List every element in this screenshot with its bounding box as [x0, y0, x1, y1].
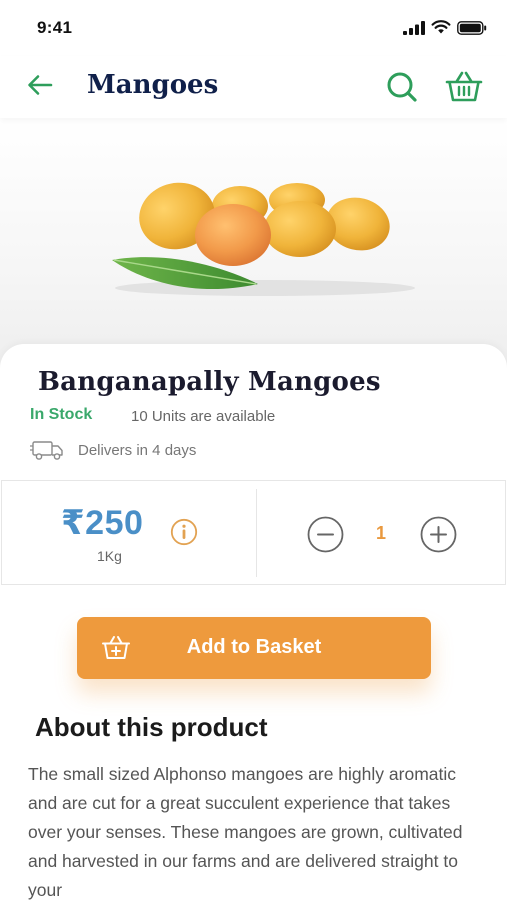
status-bar: 9:41 — [0, 0, 507, 56]
price-unit: 1Kg — [97, 548, 122, 564]
delivery-truck-icon — [30, 441, 63, 460]
basket-button[interactable] — [444, 68, 484, 106]
info-icon — [170, 518, 198, 546]
back-button[interactable] — [24, 69, 56, 101]
delivery-text: Delivers in 4 days — [78, 441, 197, 459]
decrease-quantity-button[interactable] — [307, 516, 344, 553]
increase-quantity-button[interactable] — [420, 516, 457, 553]
price-quantity-box: ₹250 1Kg 1 — [1, 480, 506, 585]
page-title: Mangoes — [87, 70, 219, 100]
signal-icon — [403, 20, 425, 35]
status-time: 9:41 — [37, 18, 73, 37]
stock-status: In Stock — [30, 406, 93, 423]
about-title: About this product — [35, 712, 268, 742]
price: ₹250 — [61, 504, 144, 542]
back-arrow-icon — [28, 75, 53, 95]
app-bar: Mangoes — [0, 56, 507, 118]
search-icon — [387, 72, 417, 102]
product-name: Banganapally Mangoes — [38, 367, 381, 397]
wifi-icon — [431, 20, 451, 34]
delivery-info: Delivers in 4 days — [30, 439, 196, 461]
plus-circle-icon — [420, 516, 457, 553]
about-description: The small sized Alphonso mangoes are hig… — [28, 764, 463, 900]
add-to-basket-label: Add to Basket — [186, 636, 322, 658]
battery-icon — [457, 20, 487, 35]
product-image — [0, 118, 507, 368]
price-info-button[interactable] — [170, 518, 198, 546]
units-available: 10 Units are available — [131, 408, 276, 425]
add-to-basket-button[interactable]: Add to Basket — [77, 617, 431, 679]
quantity-value: 1 — [375, 523, 386, 543]
basket-icon — [445, 71, 483, 102]
divider — [256, 489, 257, 577]
mangoes-illustration — [112, 182, 415, 296]
status-icons — [403, 20, 487, 35]
search-button[interactable] — [384, 69, 420, 105]
minus-circle-icon — [307, 516, 344, 553]
